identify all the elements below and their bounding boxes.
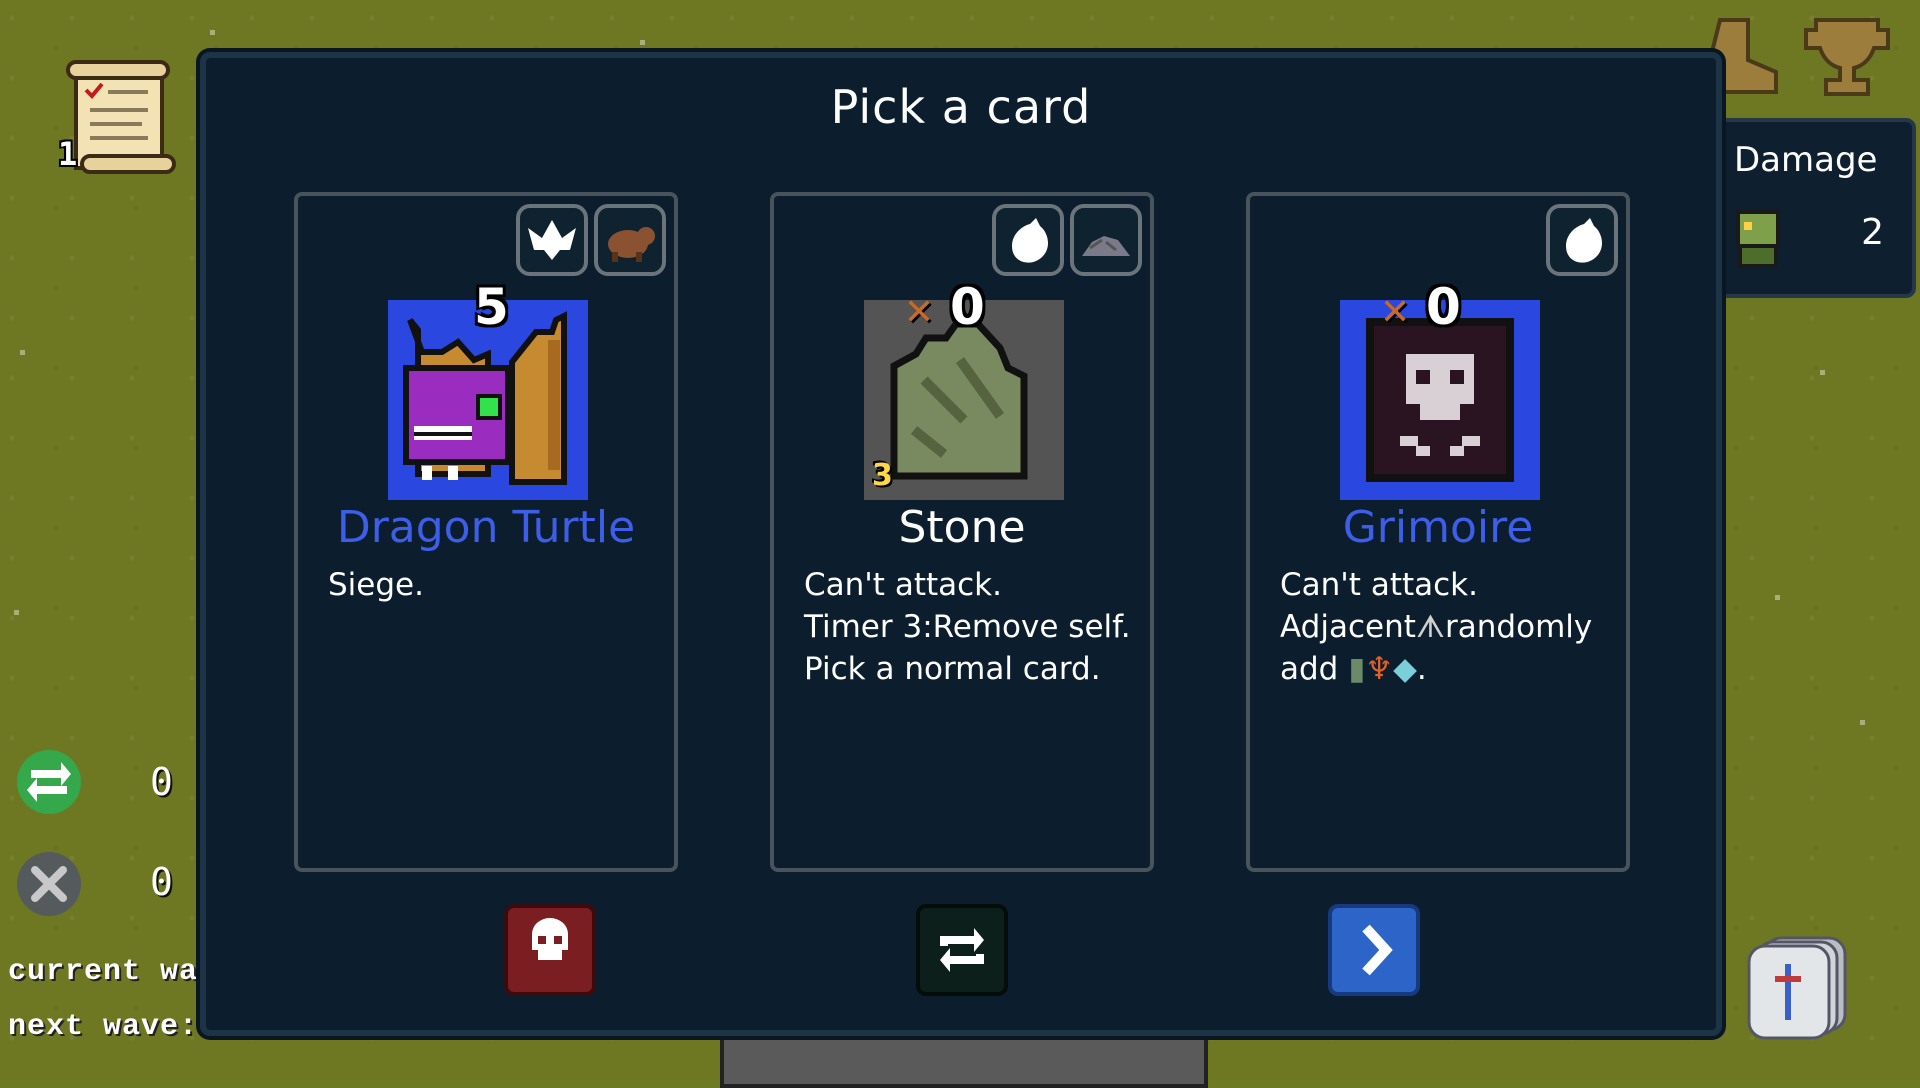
quest-count: 1: [58, 135, 78, 173]
no-attack-x-icon: ✕: [904, 292, 935, 333]
card-grimoire[interactable]: ✕ 0 Grimoire Can't attack. Adjacentᗑrand…: [1246, 192, 1630, 872]
card-desc-line: Can't attack.: [1280, 567, 1478, 603]
reroll-count: 0: [150, 760, 173, 804]
trophy-icon[interactable]: [1802, 14, 1892, 100]
damage-label: Damage: [1734, 140, 1878, 180]
grass-speck: [1775, 595, 1780, 600]
card-attack: 0: [950, 278, 985, 336]
damage-panel: Damage 2: [1710, 118, 1916, 298]
dialog-title: Pick a card: [830, 80, 1092, 134]
grass-speck: [14, 610, 19, 615]
crystal-icon: ◆: [1393, 651, 1417, 687]
card-timer: 3: [872, 458, 893, 493]
no-attack-x-icon: ✕: [1380, 292, 1411, 333]
card-name: Grimoire: [1342, 502, 1534, 553]
card-name: Stone: [898, 502, 1026, 553]
card-attack: 0: [1426, 278, 1461, 336]
card-desc-line: add ▮♆◆.: [1280, 648, 1606, 690]
card-stone[interactable]: ✕ 0 3 Stone Can't attack. Timer 3:Remove…: [770, 192, 1154, 872]
card-desc-text: .: [1416, 651, 1427, 687]
card-desc-text: Adjacent: [1280, 609, 1416, 645]
damage-value: 2: [1861, 212, 1884, 253]
grass-speck: [640, 40, 645, 45]
reroll-token-icon: [15, 748, 83, 816]
discard-token-icon: [15, 850, 83, 918]
goblin-icon: [1728, 204, 1790, 272]
drop-icon: [1546, 204, 1618, 276]
card-description: Can't attack. Timer 3:Remove self. Pick …: [804, 564, 1131, 690]
card-desc-line: Pick a normal card.: [804, 651, 1101, 687]
next-button[interactable]: [1328, 904, 1420, 996]
card-desc-line: Can't attack.: [804, 567, 1002, 603]
card-attack: 5: [474, 278, 509, 336]
card-desc-line: Adjacentᗑrandomly: [1280, 606, 1606, 648]
grass-speck: [1860, 720, 1865, 725]
card-desc-text: randomly: [1445, 609, 1593, 645]
discard-count: 0: [150, 860, 173, 904]
card-desc-text: add: [1280, 651, 1339, 687]
unit-icon: ᗑ: [1415, 609, 1446, 645]
quest-scroll-icon[interactable]: [62, 60, 178, 178]
card-description: Can't attack. Adjacentᗑrandomly add ▮♆◆.: [1280, 564, 1606, 690]
card-name: Dragon Turtle: [336, 502, 636, 553]
rock-icon: [1070, 204, 1142, 276]
reroll-button[interactable]: [916, 904, 1008, 996]
house-structure: [720, 1030, 1208, 1088]
next-wave-label: next wave:: [8, 1010, 199, 1044]
grass-speck: [1820, 370, 1825, 375]
bird-icon: [516, 204, 588, 276]
grass-speck: [20, 350, 25, 355]
card-desc-line: Timer 3:Remove self.: [804, 609, 1131, 645]
card-dragon-turtle[interactable]: 5 Dragon Turtle Siege.: [294, 192, 678, 872]
fire-imp-icon: ♆: [1365, 651, 1394, 687]
tombstone-icon: ▮: [1348, 651, 1366, 687]
beast-icon: [594, 204, 666, 276]
grass-speck: [210, 30, 215, 35]
card-description: Siege.: [328, 564, 654, 606]
card-desc-line: Siege.: [328, 567, 424, 603]
pick-card-dialog: Pick a card 5 Dragon Turtle Siege. ✕ 0 3…: [200, 52, 1722, 1036]
discard-button[interactable]: [504, 904, 596, 996]
drop-icon: [992, 204, 1064, 276]
deck-icon[interactable]: [1745, 930, 1855, 1040]
